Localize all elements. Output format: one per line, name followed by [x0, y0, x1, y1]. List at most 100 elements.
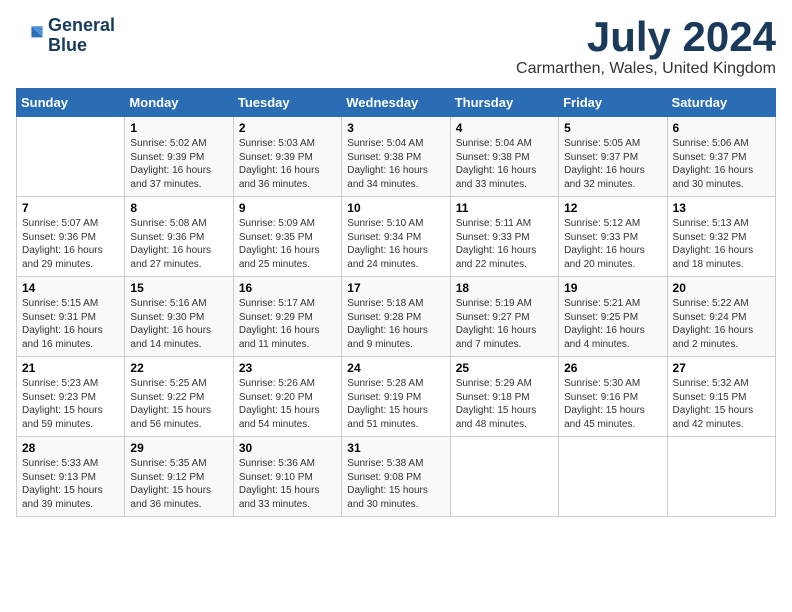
logo-text: General Blue [48, 16, 115, 56]
calendar-cell: 24 Sunrise: 5:28 AM Sunset: 9:19 PM Dayli… [342, 357, 450, 437]
weekday-header: Thursday [450, 89, 558, 117]
day-info: Sunrise: 5:21 AM Sunset: 9:25 PM Dayligh… [564, 297, 661, 351]
day-number: 24 [347, 361, 444, 375]
calendar-cell: 6 Sunrise: 5:06 AM Sunset: 9:37 PM Daylig… [667, 117, 775, 197]
day-info: Sunrise: 5:32 AM Sunset: 9:15 PM Dayligh… [673, 377, 770, 431]
calendar-week-row: 7 Sunrise: 5:07 AM Sunset: 9:36 PM Daylig… [17, 197, 776, 277]
logo-line1: General [48, 16, 115, 36]
weekday-header: Tuesday [233, 89, 341, 117]
day-info: Sunrise: 5:36 AM Sunset: 9:10 PM Dayligh… [239, 457, 336, 511]
day-number: 26 [564, 361, 661, 375]
day-number: 7 [22, 201, 119, 215]
day-info: Sunrise: 5:13 AM Sunset: 9:32 PM Dayligh… [673, 217, 770, 271]
day-number: 1 [130, 121, 227, 135]
calendar-cell: 31 Sunrise: 5:38 AM Sunset: 9:08 PM Dayli… [342, 437, 450, 517]
weekday-header: Monday [125, 89, 233, 117]
calendar-cell: 28Sunrise: 5:33 AM Sunset: 9:13 PM Dayli… [17, 437, 125, 517]
day-number: 4 [456, 121, 553, 135]
calendar-cell: 20Sunrise: 5:22 AM Sunset: 9:24 PM Dayli… [667, 277, 775, 357]
day-info: Sunrise: 5:08 AM Sunset: 9:36 PM Dayligh… [130, 217, 227, 271]
day-number: 5 [564, 121, 661, 135]
day-number: 17 [347, 281, 444, 295]
calendar-cell: 16 Sunrise: 5:17 AM Sunset: 9:29 PM Dayli… [233, 277, 341, 357]
calendar-cell: 1 Sunrise: 5:02 AM Sunset: 9:39 PM Daylig… [125, 117, 233, 197]
page-header: General Blue July 2024 Carmarthen, Wales… [16, 16, 776, 78]
day-number: 18 [456, 281, 553, 295]
day-number: 6 [673, 121, 770, 135]
calendar-cell [450, 437, 558, 517]
day-info: Sunrise: 5:15 AM Sunset: 9:31 PM Dayligh… [22, 297, 119, 351]
day-number: 27 [673, 361, 770, 375]
logo-icon [16, 22, 44, 50]
logo: General Blue [16, 16, 115, 56]
calendar-cell [667, 437, 775, 517]
day-number: 28 [22, 441, 119, 455]
day-number: 29 [130, 441, 227, 455]
day-number: 15 [130, 281, 227, 295]
day-info: Sunrise: 5:09 AM Sunset: 9:35 PM Dayligh… [239, 217, 336, 271]
day-number: 12 [564, 201, 661, 215]
weekday-header: Sunday [17, 89, 125, 117]
day-number: 19 [564, 281, 661, 295]
month-title: July 2024 [516, 16, 776, 58]
calendar-header: SundayMondayTuesdayWednesdayThursdayFrid… [17, 89, 776, 117]
calendar-cell: 22Sunrise: 5:25 AM Sunset: 9:22 PM Dayli… [125, 357, 233, 437]
day-info: Sunrise: 5:10 AM Sunset: 9:34 PM Dayligh… [347, 217, 444, 271]
day-number: 14 [22, 281, 119, 295]
day-info: Sunrise: 5:12 AM Sunset: 9:33 PM Dayligh… [564, 217, 661, 271]
day-info: Sunrise: 5:06 AM Sunset: 9:37 PM Dayligh… [673, 137, 770, 191]
weekday-header-row: SundayMondayTuesdayWednesdayThursdayFrid… [17, 89, 776, 117]
day-number: 30 [239, 441, 336, 455]
day-number: 3 [347, 121, 444, 135]
calendar-cell: 11 Sunrise: 5:11 AM Sunset: 9:33 PM Dayli… [450, 197, 558, 277]
calendar-cell: 7 Sunrise: 5:07 AM Sunset: 9:36 PM Daylig… [17, 197, 125, 277]
day-info: Sunrise: 5:38 AM Sunset: 9:08 PM Dayligh… [347, 457, 444, 511]
day-info: Sunrise: 5:25 AM Sunset: 9:22 PM Dayligh… [130, 377, 227, 431]
day-info: Sunrise: 5:28 AM Sunset: 9:19 PM Dayligh… [347, 377, 444, 431]
weekday-header: Friday [559, 89, 667, 117]
day-number: 2 [239, 121, 336, 135]
calendar-table: SundayMondayTuesdayWednesdayThursdayFrid… [16, 88, 776, 517]
calendar-week-row: 1 Sunrise: 5:02 AM Sunset: 9:39 PM Daylig… [17, 117, 776, 197]
weekday-header: Saturday [667, 89, 775, 117]
day-number: 16 [239, 281, 336, 295]
calendar-week-row: 28Sunrise: 5:33 AM Sunset: 9:13 PM Dayli… [17, 437, 776, 517]
calendar-cell: 9 Sunrise: 5:09 AM Sunset: 9:35 PM Daylig… [233, 197, 341, 277]
day-number: 25 [456, 361, 553, 375]
day-info: Sunrise: 5:19 AM Sunset: 9:27 PM Dayligh… [456, 297, 553, 351]
day-number: 31 [347, 441, 444, 455]
day-info: Sunrise: 5:02 AM Sunset: 9:39 PM Dayligh… [130, 137, 227, 191]
day-info: Sunrise: 5:18 AM Sunset: 9:28 PM Dayligh… [347, 297, 444, 351]
calendar-cell [559, 437, 667, 517]
calendar-cell [17, 117, 125, 197]
day-info: Sunrise: 5:17 AM Sunset: 9:29 PM Dayligh… [239, 297, 336, 351]
calendar-cell: 3 Sunrise: 5:04 AM Sunset: 9:38 PM Daylig… [342, 117, 450, 197]
day-info: Sunrise: 5:30 AM Sunset: 9:16 PM Dayligh… [564, 377, 661, 431]
day-number: 20 [673, 281, 770, 295]
day-number: 11 [456, 201, 553, 215]
day-info: Sunrise: 5:35 AM Sunset: 9:12 PM Dayligh… [130, 457, 227, 511]
day-info: Sunrise: 5:29 AM Sunset: 9:18 PM Dayligh… [456, 377, 553, 431]
day-number: 8 [130, 201, 227, 215]
calendar-cell: 17 Sunrise: 5:18 AM Sunset: 9:28 PM Dayli… [342, 277, 450, 357]
calendar-cell: 14 Sunrise: 5:15 AM Sunset: 9:31 PM Dayli… [17, 277, 125, 357]
calendar-cell: 19 Sunrise: 5:21 AM Sunset: 9:25 PM Dayli… [559, 277, 667, 357]
day-number: 10 [347, 201, 444, 215]
location-title: Carmarthen, Wales, United Kingdom [516, 60, 776, 78]
day-info: Sunrise: 5:04 AM Sunset: 9:38 PM Dayligh… [456, 137, 553, 191]
day-info: Sunrise: 5:23 AM Sunset: 9:23 PM Dayligh… [22, 377, 119, 431]
day-info: Sunrise: 5:04 AM Sunset: 9:38 PM Dayligh… [347, 137, 444, 191]
day-number: 23 [239, 361, 336, 375]
calendar-cell: 29 Sunrise: 5:35 AM Sunset: 9:12 PM Dayli… [125, 437, 233, 517]
day-number: 13 [673, 201, 770, 215]
day-info: Sunrise: 5:11 AM Sunset: 9:33 PM Dayligh… [456, 217, 553, 271]
day-info: Sunrise: 5:07 AM Sunset: 9:36 PM Dayligh… [22, 217, 119, 271]
calendar-week-row: 21 Sunrise: 5:23 AM Sunset: 9:23 PM Dayli… [17, 357, 776, 437]
calendar-cell: 13 Sunrise: 5:13 AM Sunset: 9:32 PM Dayli… [667, 197, 775, 277]
day-number: 9 [239, 201, 336, 215]
day-number: 21 [22, 361, 119, 375]
calendar-cell: 26 Sunrise: 5:30 AM Sunset: 9:16 PM Dayli… [559, 357, 667, 437]
calendar-cell: 8 Sunrise: 5:08 AM Sunset: 9:36 PM Daylig… [125, 197, 233, 277]
calendar-cell: 2Sunrise: 5:03 AM Sunset: 9:39 PM Daylig… [233, 117, 341, 197]
calendar-cell: 12 Sunrise: 5:12 AM Sunset: 9:33 PM Dayli… [559, 197, 667, 277]
